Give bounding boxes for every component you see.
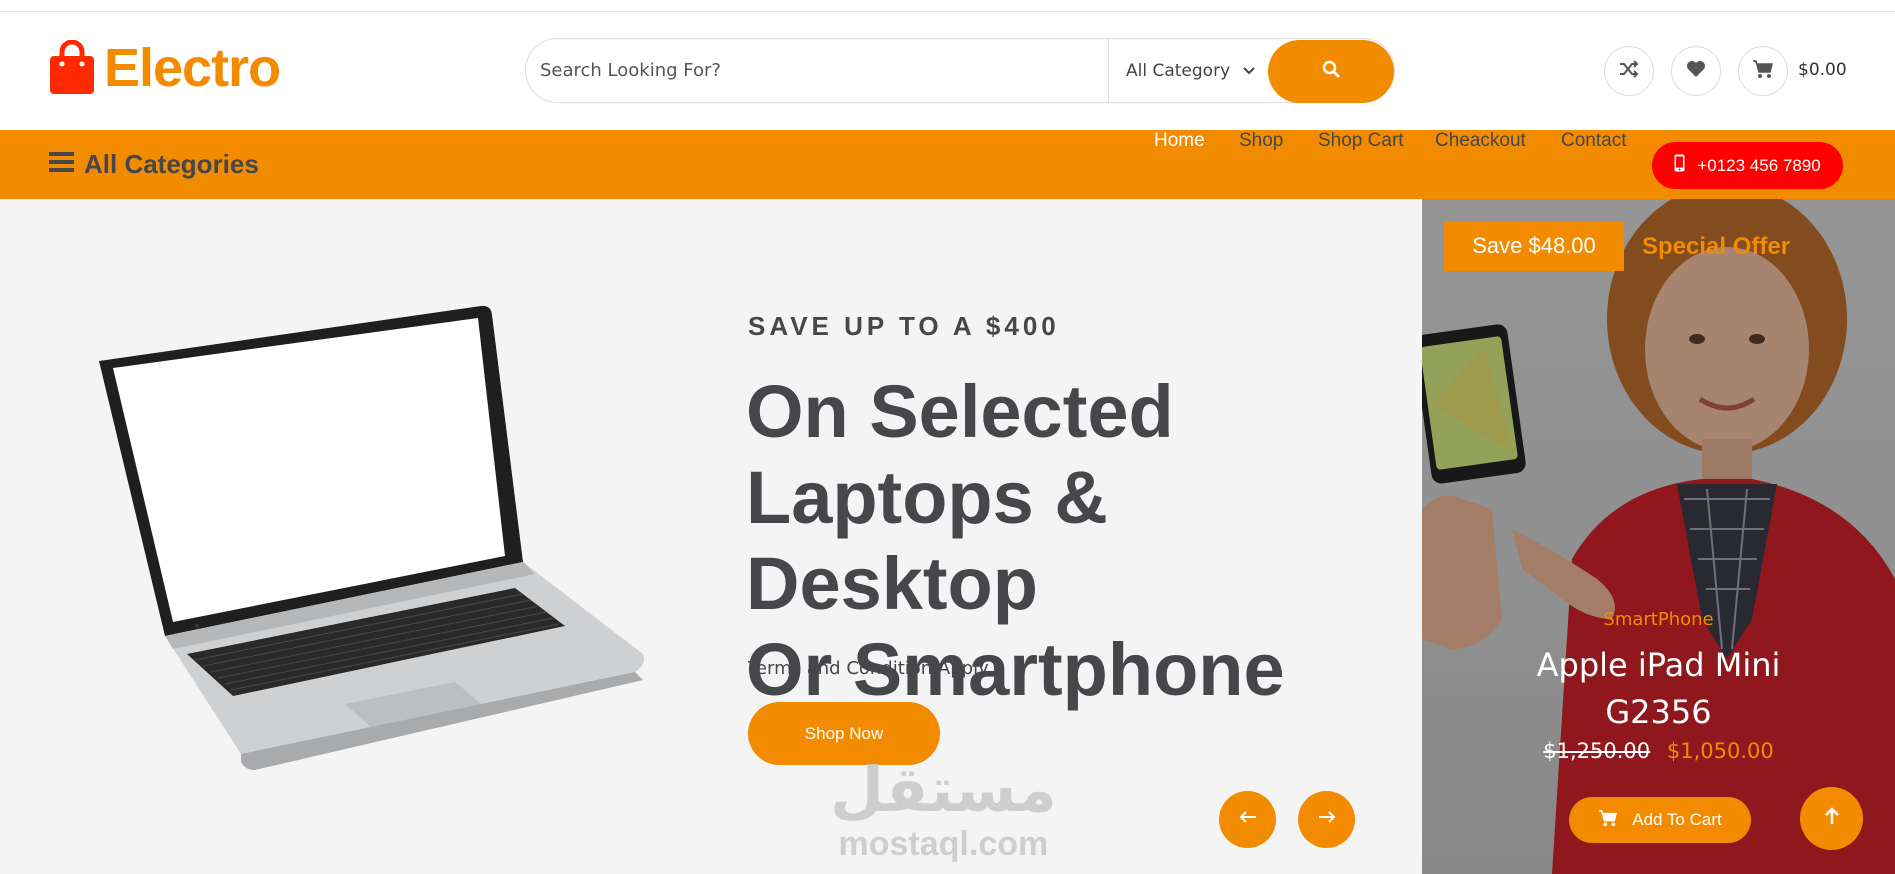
nav-link-shop-cart[interactable]: Shop Cart	[1318, 130, 1404, 152]
hero-kicker: SAVE UP TO A $400	[748, 311, 1060, 341]
promo-overlay	[1422, 199, 1895, 874]
watermark-latin: mostaql.com	[838, 825, 1049, 863]
shopping-bag-icon	[49, 39, 95, 96]
promo-title-line: G2356	[1605, 693, 1712, 731]
nav-link-contact[interactable]: Contact	[1561, 130, 1626, 152]
main-nav: All Categories Home Shop Shop Cart Cheac…	[0, 130, 1895, 199]
promo-prices: $1,250.00 $1,050.00	[1422, 739, 1895, 763]
compare-button[interactable]	[1604, 46, 1654, 96]
special-offer-label: Special Offer	[1642, 233, 1791, 260]
shuffle-icon	[1619, 59, 1639, 83]
hero-headline-line: Laptops & Desktop	[746, 456, 1108, 625]
nav-link-shop[interactable]: Shop	[1239, 130, 1283, 152]
logo[interactable]: Electro	[49, 38, 281, 98]
category-select[interactable]: All Category	[1108, 39, 1258, 102]
search-input[interactable]	[526, 39, 1106, 102]
promo-product-title[interactable]: Apple iPad Mini G2356	[1422, 642, 1895, 736]
page: Electro All Category $0.00	[0, 0, 1895, 874]
cart-icon	[1752, 59, 1774, 84]
cart-icon	[1598, 809, 1618, 832]
add-to-cart-label: Add To Cart	[1632, 810, 1722, 829]
heart-icon	[1686, 60, 1706, 83]
nav-link-checkout[interactable]: Cheackout	[1435, 130, 1526, 152]
chevron-down-icon	[1242, 61, 1256, 81]
nav-link-home[interactable]: Home	[1154, 130, 1205, 152]
terms-note: Terms and Condition Apply	[748, 658, 989, 679]
add-to-cart-button[interactable]: Add To Cart	[1569, 797, 1751, 843]
brand-name: Electro	[104, 38, 281, 98]
watermark-arabic: مستقل	[830, 753, 1057, 826]
arrow-up-icon	[1824, 807, 1840, 830]
carousel-next-button[interactable]	[1298, 791, 1355, 848]
special-offer-banner[interactable]: Save $48.00 Special Offer SmartPhone App…	[1422, 199, 1895, 874]
all-categories-label: All Categories	[84, 149, 259, 179]
watermark: مستقل mostaql.com	[830, 753, 1057, 864]
promo-title-line: Apple iPad Mini	[1536, 646, 1781, 684]
search-icon	[1322, 60, 1340, 83]
category-select-value: All Category	[1126, 60, 1231, 81]
mobile-phone-icon	[1674, 154, 1685, 177]
carousel-prev-button[interactable]	[1219, 791, 1276, 848]
promo-category[interactable]: SmartPhone	[1422, 609, 1895, 630]
all-categories-button[interactable]: All Categories	[49, 149, 259, 180]
new-price: $1,050.00	[1666, 739, 1774, 763]
wishlist-button[interactable]	[1671, 46, 1721, 96]
search-button[interactable]	[1268, 40, 1394, 103]
search-bar: All Category	[525, 38, 1395, 103]
hamburger-icon	[49, 149, 74, 180]
phone-number: +0123 456 7890	[1697, 155, 1821, 175]
arrow-right-icon	[1318, 810, 1336, 829]
old-price: $1,250.00	[1543, 739, 1651, 763]
hero-carousel: SAVE UP TO A $400 On Selected Laptops & …	[0, 199, 1422, 874]
laptop-image	[95, 304, 650, 779]
phone-button[interactable]: +0123 456 7890	[1652, 142, 1843, 189]
top-divider	[0, 11, 1895, 12]
cart-button[interactable]	[1738, 46, 1788, 96]
arrow-left-icon	[1239, 810, 1257, 829]
back-to-top-button[interactable]	[1800, 787, 1863, 850]
hero-headline-line: On Selected	[746, 370, 1174, 453]
save-badge: Save $48.00	[1444, 221, 1624, 271]
cart-total: $0.00	[1798, 60, 1847, 80]
